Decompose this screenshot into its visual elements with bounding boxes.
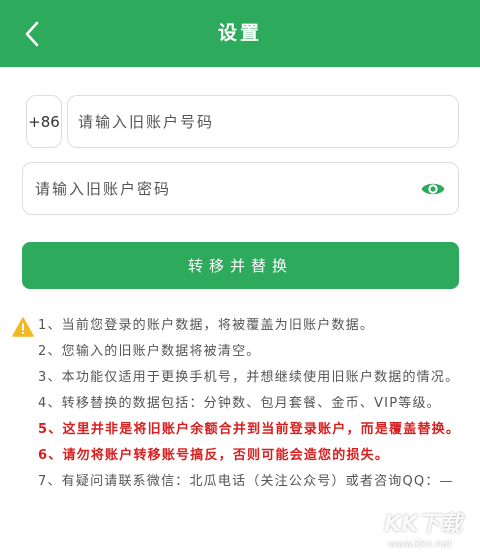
note-item: 2、您输入的旧账户数据将被清空。 [38, 344, 261, 359]
country-code-selector[interactable]: +86 [26, 95, 62, 148]
note-item: 3、本功能仅适用于更换手机号，并想继续使用旧账户数据的情况。 [38, 370, 460, 385]
note-item: 1、当前您登录的账户数据，将被覆盖为旧账户数据。 [38, 318, 375, 333]
watermark-url: www.kkx.net [388, 539, 452, 550]
warning-icon [12, 317, 34, 337]
old-password-input[interactable] [23, 163, 408, 214]
transfer-replace-button[interactable]: 转移并替换 [22, 242, 459, 289]
notes-list: 1、当前您登录的账户数据，将被覆盖为旧账户数据。 2、您输入的旧账户数据将被清空… [38, 313, 468, 495]
note-item-warning: 5、这里并非是将旧账户余额合并到当前登录账户，而是覆盖替换。 [38, 422, 461, 437]
header-bar: 设置 [0, 0, 480, 67]
watermark-logo: KK下载 [383, 512, 462, 537]
note-item-warning: 6、请勿将账户转移账号搞反，否则可能会造您的损失。 [38, 448, 390, 463]
password-field-container [22, 162, 459, 215]
note-item: 7、有疑问请联系微信：北瓜电话（关注公众号）或者咨询QQ：— [38, 474, 454, 489]
note-item: 4、转移替换的数据包括：分钟数、包月套餐、金币、VIP等级。 [38, 396, 441, 411]
old-account-input[interactable] [68, 96, 458, 147]
eye-icon [421, 183, 445, 195]
country-code-label: +86 [28, 112, 60, 131]
toggle-password-visibility-button[interactable] [420, 177, 446, 201]
account-field-container [67, 95, 459, 148]
page-title: 设置 [217, 22, 262, 44]
